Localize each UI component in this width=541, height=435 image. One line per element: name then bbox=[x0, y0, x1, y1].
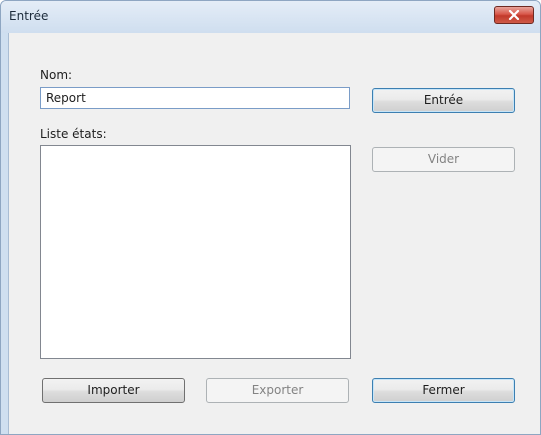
enter-button[interactable]: Entrée bbox=[372, 88, 515, 113]
dialog-body: Nom: Entrée Liste états: Vider Importer … bbox=[8, 33, 540, 434]
name-label: Nom: bbox=[40, 68, 73, 82]
title-bar[interactable]: Entrée bbox=[1, 1, 540, 33]
close-window-button[interactable] bbox=[494, 6, 534, 24]
close-icon bbox=[508, 10, 520, 20]
dialog-window: Entrée Nom: Entrée Liste états: Vider Im… bbox=[0, 0, 541, 435]
import-button[interactable]: Importer bbox=[42, 378, 185, 403]
close-button[interactable]: Fermer bbox=[372, 378, 515, 403]
name-input[interactable] bbox=[40, 87, 350, 109]
window-title: Entrée bbox=[9, 9, 49, 23]
clear-button[interactable]: Vider bbox=[372, 147, 515, 172]
state-list-label: Liste états: bbox=[40, 127, 107, 141]
state-listbox[interactable] bbox=[40, 145, 351, 359]
export-button[interactable]: Exporter bbox=[206, 378, 349, 403]
